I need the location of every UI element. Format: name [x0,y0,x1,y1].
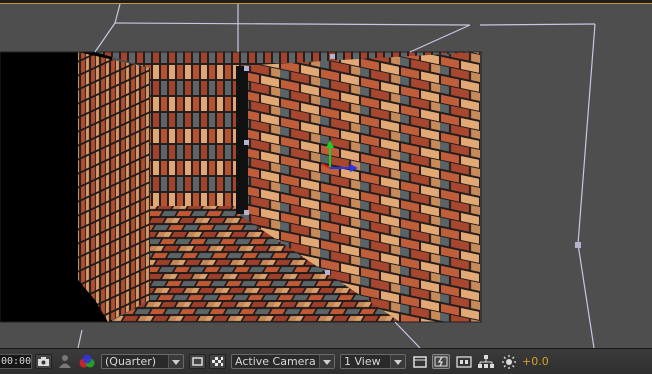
camera-view-label: Active Camera [235,355,316,368]
show-snapshot-icon[interactable] [57,354,73,369]
camera-view-dropdown[interactable]: Active Camera [231,354,335,369]
fast-previews-icon[interactable] [432,354,450,369]
region-of-interest-icon[interactable] [189,354,206,369]
reset-exposure-icon[interactable] [500,354,518,369]
chevron-down-icon [390,355,405,368]
exposure-value[interactable]: +0.0 [522,354,549,369]
chevron-down-icon [168,355,183,368]
snapshot-camera-icon[interactable] [35,354,52,369]
left-wall-layer [78,52,150,322]
timeline-icon[interactable] [455,354,473,369]
resolution-dropdown[interactable]: (Quarter) [101,354,184,369]
transparency-grid-icon[interactable] [209,354,226,369]
back-wall-layer [150,66,238,210]
view-layout-dropdown[interactable]: 1 View [340,354,406,369]
composition-viewport[interactable] [0,4,652,348]
flowchart-icon[interactable] [477,354,495,369]
chevron-down-icon [319,355,334,368]
viewer-toolbar: 00:00 (Quarter) Active Camera 1 View +0.… [0,348,652,374]
view-layout-label: 1 View [344,355,381,368]
resolution-label: (Quarter) [105,355,157,368]
channel-rgb-icon[interactable] [78,354,96,369]
timecode-display[interactable]: 00:00 [0,354,32,369]
draft-3d-icon[interactable] [411,354,429,369]
